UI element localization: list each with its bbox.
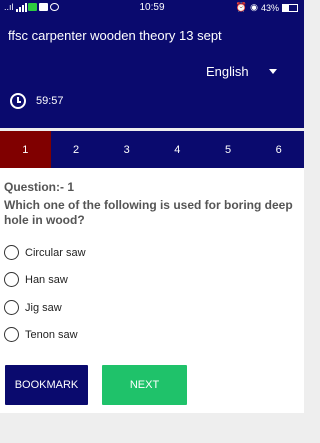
language-select[interactable]: English [206,64,249,79]
option-1[interactable]: Circular saw [4,245,86,260]
option-4[interactable]: Tenon saw [4,327,78,342]
option-label: Tenon saw [25,328,78,341]
chevron-down-icon[interactable] [269,69,277,74]
question-tabs: 1 2 3 4 5 6 [0,131,304,168]
status-right: ⏰ ◉ 43% [236,2,298,13]
battery-text: 43% [260,2,279,13]
page-title: ffsc carpenter wooden theory 13 sept [8,28,222,43]
tab-question-3[interactable]: 3 [101,131,152,168]
header: ffsc carpenter wooden theory 13 sept Eng… [0,17,304,128]
question-panel: Question:- 1 Which one of the following … [0,168,304,413]
radio-button[interactable] [4,327,19,342]
tab-question-2[interactable]: 2 [51,131,102,168]
question-label: Question:- 1 [4,180,75,194]
option-3[interactable]: Jig saw [4,300,62,315]
radio-button[interactable] [4,272,19,287]
bookmark-button[interactable]: BOOKMARK [5,365,88,405]
eye-icon: ◉ [250,2,258,12]
tab-question-6[interactable]: 6 [253,131,304,168]
option-label: Circular saw [25,246,86,259]
tab-question-4[interactable]: 4 [152,131,203,168]
clock-icon [10,93,26,109]
next-button[interactable]: NEXT [102,365,187,405]
radio-button[interactable] [4,300,19,315]
radio-button[interactable] [4,245,19,260]
tab-question-1[interactable]: 1 [0,131,51,168]
timer: 59:57 [36,95,64,107]
option-2[interactable]: Han saw [4,272,68,287]
question-text: Which one of the following is used for b… [4,198,293,227]
option-label: Han saw [25,273,68,286]
alarm-icon: ⏰ [235,2,248,12]
battery-icon [282,3,298,12]
status-bar: ..ıl 10:59 ⏰ ◉ 43% [0,0,304,17]
option-label: Jig saw [25,301,62,314]
tab-question-5[interactable]: 5 [203,131,254,168]
